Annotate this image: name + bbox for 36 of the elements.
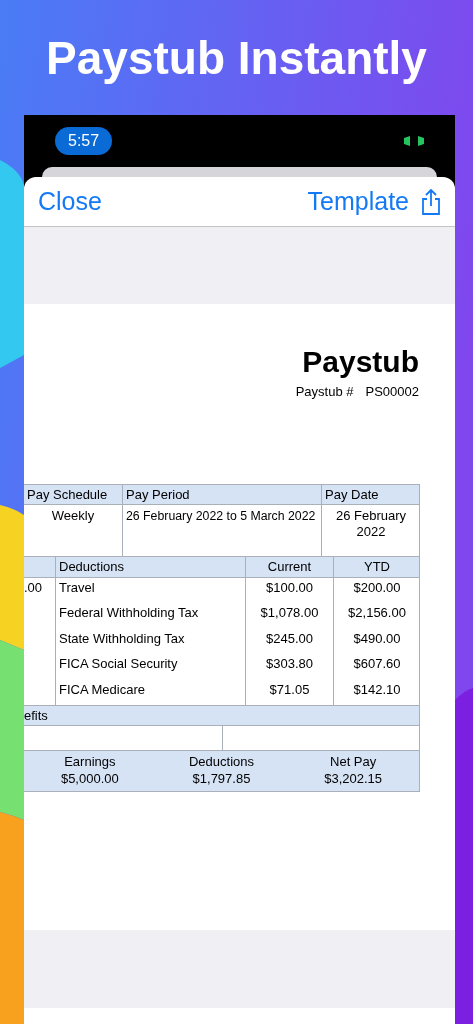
column-header: Pay Date [321,484,420,504]
table-cell: $1,078.00 [245,603,333,629]
table-cell: 26 February 2022 [321,504,420,556]
summary-label: Deductions [188,753,254,771]
column-header: Pay Period [122,484,321,504]
table-cell: Federal Withholding Tax [55,603,245,629]
table-cell-text: Weekly [50,506,96,525]
column-header: Current [245,556,333,577]
table-cell: $607.60 [333,654,420,680]
column-header: YTD [333,556,420,577]
table-cell: 26 February 2022 to 5 March 2022 [122,504,321,556]
summary-value: $3,202.15 [324,770,383,788]
table-cell: $200.00 [333,577,420,604]
table-cell: Travel [55,577,245,604]
template-button[interactable]: Template [307,182,409,221]
summary-label: Net Pay [330,753,377,771]
table-cell: $100.00 [245,577,333,604]
section-header: efits [24,708,48,724]
table-cell: FICA Social Security [55,654,245,680]
summary-value: $1,797.85 [192,770,251,788]
document-title: Paystub [302,347,419,377]
summary-value: $5,000.00 [60,770,119,788]
table-cell: $2,156.00 [333,603,420,629]
table-cell: $490.00 [333,628,420,655]
share-icon[interactable] [421,188,441,215]
column-header: Deductions [55,556,245,577]
table-cell: $303.80 [245,654,333,680]
table-cell: State Withholding Tax [55,628,245,655]
number-value: PS00002 [365,383,419,401]
number-label: Paystub # [295,383,354,401]
summary-label: Earnings [64,753,116,771]
table-cell: $245.00 [245,628,333,655]
column-header: Pay Schedule [26,485,109,504]
table-cell-text: .00 [24,578,44,597]
time-pill: 5:57 [55,127,113,155]
close-button[interactable]: Close [38,182,102,221]
